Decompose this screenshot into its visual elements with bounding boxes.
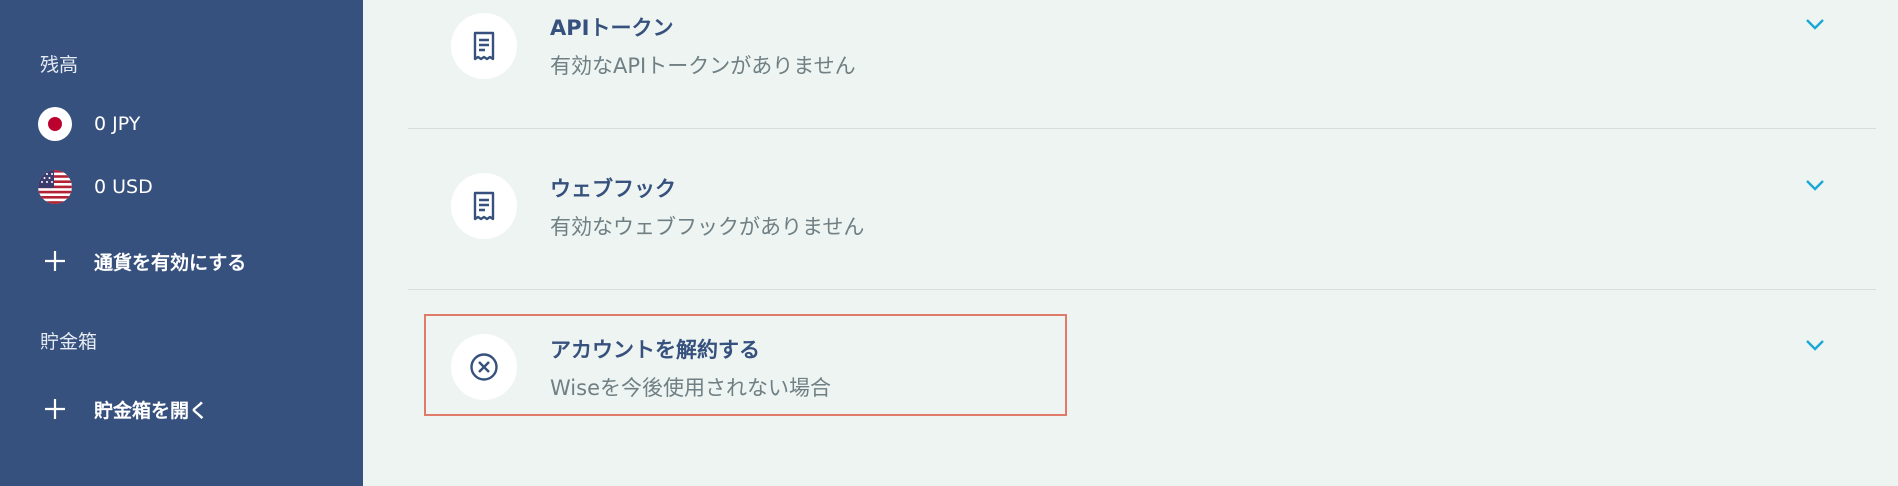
- jars-heading: 貯金箱: [40, 331, 98, 353]
- highlight-box: [424, 314, 1067, 416]
- plus-icon: [38, 244, 72, 278]
- sidebar: 残高 0 JPY 0 USD 通貨を有効にする 貯金箱 貯金箱を開く: [0, 0, 363, 486]
- section-subtitle: 有効なAPIトークンがありません: [550, 54, 856, 78]
- sidebar-item-label: 0 JPY: [94, 113, 141, 135]
- sidebar-item-label: 0 USD: [94, 176, 153, 198]
- chevron-down-icon[interactable]: [1803, 333, 1827, 357]
- section-title: APIトークン: [550, 16, 674, 40]
- plus-icon: [38, 392, 72, 426]
- section-subtitle: 有効なウェブフックがありません: [550, 215, 865, 239]
- receipt-icon: [451, 13, 517, 79]
- jp-flag-icon: [38, 107, 72, 141]
- balance-heading: 残高: [40, 54, 79, 76]
- chevron-down-icon[interactable]: [1803, 173, 1827, 197]
- section-title: ウェブフック: [550, 177, 676, 201]
- divider: [408, 128, 1876, 129]
- chevron-down-icon[interactable]: [1803, 12, 1827, 36]
- enable-currency-button[interactable]: 通貨を有効にする: [38, 243, 246, 279]
- sidebar-item-jpy[interactable]: 0 JPY: [38, 106, 140, 142]
- divider: [408, 289, 1876, 290]
- enable-currency-label: 通貨を有効にする: [94, 251, 247, 274]
- us-flag-icon: [38, 170, 72, 204]
- open-jar-button[interactable]: 貯金箱を開く: [38, 391, 208, 427]
- sidebar-item-usd[interactable]: 0 USD: [38, 169, 153, 205]
- open-jar-label: 貯金箱を開く: [94, 399, 209, 422]
- receipt-icon: [451, 173, 517, 239]
